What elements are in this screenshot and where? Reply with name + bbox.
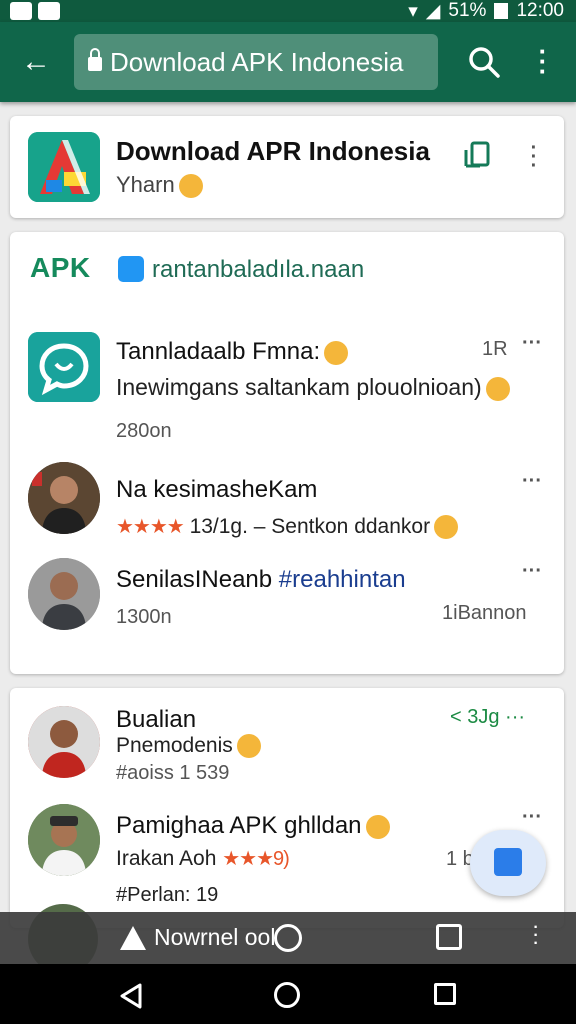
nav-recents-icon[interactable] — [434, 983, 456, 1005]
notification-icons — [10, 0, 60, 22]
list-item-subtitle: Pnemodenis — [116, 734, 261, 759]
notification-icon — [10, 2, 32, 20]
list-item-title: Pamighaa APK ghlldan — [116, 812, 390, 840]
avatar[interactable] — [28, 706, 100, 778]
emoji-icon — [365, 814, 390, 839]
app-name: Download APR Indonesia — [116, 136, 430, 166]
url-bar[interactable]: Download APK Indonesia — [74, 34, 438, 90]
source-link[interactable]: rantanbaladıla.naan — [152, 256, 364, 284]
record-icon[interactable] — [274, 924, 302, 952]
item-menu-icon[interactable]: ··· — [522, 333, 542, 368]
emoji-icon — [236, 734, 261, 759]
rating-stars: ★★★★ — [116, 516, 185, 538]
nav-home-icon[interactable] — [274, 982, 300, 1008]
emoji-icon — [485, 376, 510, 401]
list-item-subtitle: Irakan Aoh ★★★9) — [116, 847, 290, 870]
app-subtitle: Yharn — [116, 172, 203, 199]
search-icon[interactable] — [466, 44, 502, 80]
feed-card: APK rantanbaladıla.naan Tannladaalb Fmna… — [10, 232, 564, 674]
app-logo — [28, 132, 100, 202]
emoji-icon — [178, 174, 203, 199]
list-item-right: < 3Jg ··· — [450, 706, 526, 728]
list-item-right: 1iBannon — [442, 602, 527, 624]
list-item-rating: ★★★★ 13/1g. – Sentkon ddankor — [116, 514, 459, 540]
app-bar: ← Download APK Indonesia · · · — [0, 22, 576, 102]
floating-action-button[interactable] — [470, 830, 546, 896]
avatar[interactable] — [28, 804, 100, 876]
share-icon[interactable] — [462, 138, 496, 172]
status-bar: ▾ ◢ 51% 12:00 — [0, 0, 576, 22]
list-item-title: SenilasINeanb #reahhintan — [116, 566, 406, 593]
people-card: Bualian < 3Jg ··· Pnemodenis #aoiss 1 53… — [10, 688, 564, 928]
share-icon[interactable]: < — [450, 706, 462, 728]
item-menu-icon[interactable]: ··· — [522, 561, 542, 596]
hashtag[interactable]: #reahhintan — [279, 566, 406, 593]
system-status: ▾ ◢ 51% 12:00 — [408, 0, 564, 22]
fab-icon — [494, 848, 522, 876]
wifi-icon: ▾ — [408, 0, 418, 22]
avatar[interactable] — [28, 462, 100, 534]
list-item-title: Na kesimasheKam — [116, 476, 318, 503]
list-item-subtitle: Inewimgans saltankam plouolnioan) — [116, 374, 510, 401]
toolbar-text[interactable]: Nowrnel ool — [154, 924, 275, 951]
url-text: Download APK Indonesia — [110, 46, 404, 77]
list-item-meta: 280on — [116, 420, 172, 442]
list-item-title: Bualian — [116, 706, 197, 733]
avatar[interactable] — [28, 558, 100, 630]
emoji-icon — [324, 340, 349, 365]
list-item-meta: #aoiss 1 539 — [116, 762, 230, 784]
nav-back-icon[interactable] — [118, 982, 144, 1010]
toolbar-menu-icon[interactable]: · · · — [526, 920, 546, 952]
list-item-meta: 1300n — [116, 606, 172, 628]
battery-text: 51% — [448, 0, 487, 21]
overflow-menu-icon[interactable]: · · · — [528, 38, 558, 84]
list-item-meta: #Perlan: 19 — [116, 884, 219, 906]
lock-icon — [88, 48, 102, 71]
signal-icon: ◢ — [425, 0, 441, 22]
card-menu-icon[interactable]: · · · — [524, 138, 544, 176]
emoji-icon — [434, 515, 459, 540]
system-nav-bar — [0, 964, 576, 1024]
battery-icon — [494, 3, 509, 19]
tab-switcher-icon[interactable] — [436, 924, 462, 950]
chat-app-icon[interactable] — [28, 332, 100, 402]
list-item-title: Tannladaalb Fmna: — [116, 338, 349, 366]
clock: 12:00 — [516, 0, 564, 21]
link-icon — [118, 256, 144, 282]
list-item-time: 1R — [482, 338, 508, 360]
item-menu-icon[interactable]: ··· — [522, 471, 542, 506]
apk-brand: APK — [30, 252, 91, 283]
warning-icon[interactable] — [120, 926, 146, 950]
notification-icon-2 — [38, 2, 60, 20]
app-card[interactable]: Download APR Indonesia Yharn · · · — [10, 116, 564, 218]
bottom-toolbar: Nowrnel ool · · · — [0, 912, 576, 964]
apk-logo-icon — [28, 132, 100, 202]
back-arrow-icon[interactable]: ← — [16, 44, 56, 84]
